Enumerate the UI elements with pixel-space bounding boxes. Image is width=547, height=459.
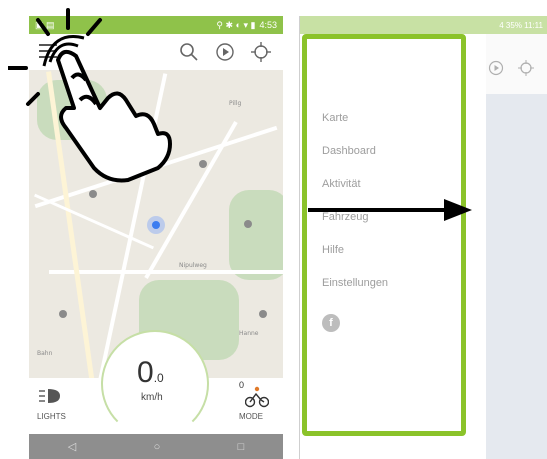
play-circle-icon [488, 60, 504, 81]
map-poi [89, 190, 97, 198]
crosshair-icon[interactable] [251, 42, 271, 62]
map-poi [199, 160, 207, 168]
park-area [229, 190, 283, 280]
mode-value: 0 [239, 380, 245, 390]
status-right: 4 35% 11:11 [499, 20, 543, 30]
search-icon[interactable] [179, 42, 199, 62]
lights-label[interactable]: LIGHTS [37, 412, 66, 421]
mode-label[interactable]: MODE [239, 412, 263, 421]
current-location-marker [147, 216, 165, 234]
status-time: 4:53 [259, 20, 277, 30]
speed-unit: km/h [141, 392, 163, 403]
drawer-highlight-frame [302, 34, 466, 436]
street-label: Pillg [229, 100, 242, 107]
background-map [486, 94, 547, 459]
speed-integer: 0 [137, 356, 154, 389]
bike-icon[interactable] [244, 386, 270, 408]
headlight-icon[interactable] [39, 388, 61, 404]
background-app-bar [486, 34, 547, 94]
map-road [49, 270, 283, 274]
arrow-right-icon [308, 199, 472, 221]
crosshair-icon [518, 60, 534, 81]
speed-value: 0.0 [137, 356, 164, 390]
tutorial-stage: ▣ ▤ ⚲ ✱ ◐ ▾ ▮ 4:53 Nipulweg Pillg Hanne … [0, 0, 547, 459]
play-circle-icon[interactable] [215, 42, 235, 62]
street-label: Bahn [37, 350, 53, 357]
back-icon[interactable]: ◁ [68, 440, 76, 453]
status-bar: 4 35% 11:11 [300, 16, 547, 34]
android-nav-bar: ◁ ○ □ [29, 434, 283, 459]
recents-icon[interactable]: □ [238, 441, 245, 453]
street-label: Hanne [239, 330, 259, 337]
home-icon[interactable]: ○ [154, 441, 161, 453]
map-poi [259, 310, 267, 318]
speed-decimal: .0 [153, 371, 164, 385]
street-label: Nipulweg [179, 262, 207, 269]
map-poi [59, 310, 67, 318]
tap-gesture-hand-icon [8, 8, 172, 183]
status-right: ⚲ ✱ ◐ ▾ ▮ 4:53 [216, 20, 277, 31]
map-poi [244, 220, 252, 228]
status-icons: ⚲ ✱ ◐ ▾ ▮ [216, 19, 256, 30]
